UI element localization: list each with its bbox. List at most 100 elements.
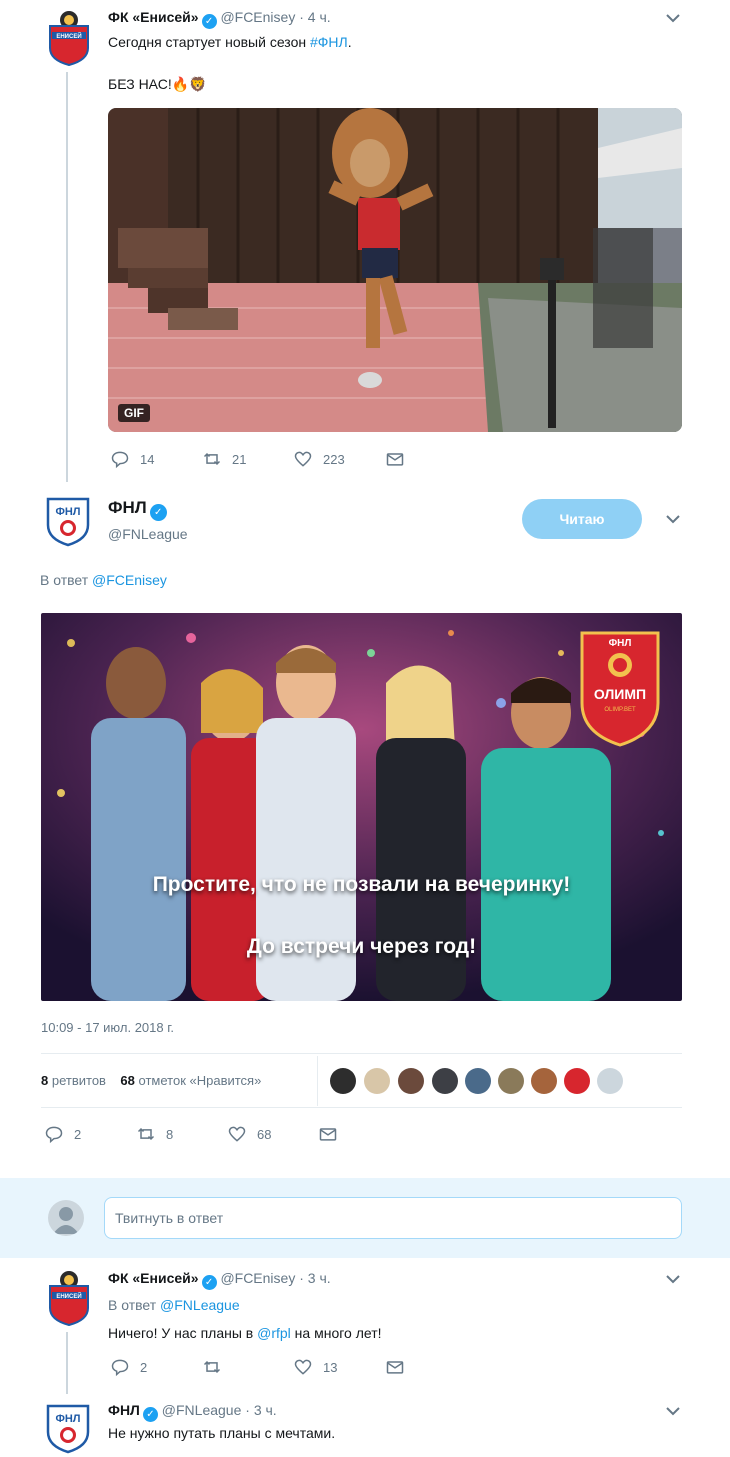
tweet-timestamp[interactable]: 10:09 - 17 июл. 2018 г. <box>41 1020 174 1035</box>
reply-icon <box>45 1126 63 1144</box>
logo-site-text: OLIMP.BET <box>604 707 636 713</box>
verified-icon: ✓ <box>142 1407 158 1422</box>
reply-action[interactable]: 14 <box>110 449 154 469</box>
tweet-time[interactable]: · 3 ч. <box>245 1402 276 1418</box>
tweet-text-main: Сегодня стартует новый сезон <box>108 34 310 50</box>
reply-to-prefix: В ответ <box>40 572 93 588</box>
tweet-text: Сегодня стартует новый сезон #ФНЛ. <box>108 34 352 50</box>
mention-link[interactable]: @rfpl <box>257 1325 291 1341</box>
tweet-text: Не нужно путать планы с мечтами. <box>108 1425 336 1441</box>
like-action[interactable]: 223 <box>293 449 345 469</box>
enisey-avatar[interactable]: ЕНИСЕЙ <box>46 1270 92 1326</box>
chevron-down-icon[interactable] <box>664 1402 682 1420</box>
enisey-logo-icon: ЕНИСЕЙ <box>49 1271 89 1326</box>
retweet-action[interactable]: 8 <box>136 1124 173 1144</box>
author-handle[interactable]: @FCEnisey <box>220 9 295 25</box>
reply-count: 2 <box>140 1359 148 1375</box>
thread-line <box>66 72 68 482</box>
author-handle[interactable]: @FCEnisey <box>220 1270 295 1286</box>
mascot-gif-image <box>108 108 682 432</box>
retweet-action[interactable] <box>202 1357 232 1377</box>
direct-message-action[interactable] <box>318 1124 348 1144</box>
author-name[interactable]: ФК «Енисей» <box>108 1270 199 1286</box>
retweet-icon <box>203 452 221 466</box>
tweet-header: ФК «Енисей» ✓ @FCEnisey · 3 ч. <box>108 1270 331 1290</box>
like-action[interactable]: 13 <box>293 1357 337 1377</box>
logo-fnl-text: ФНЛ <box>609 638 632 649</box>
stats-separator <box>317 1056 318 1106</box>
reply-to-line: В ответ @FCEnisey <box>40 572 167 588</box>
envelope-icon <box>386 1361 404 1374</box>
chevron-down-icon[interactable] <box>664 9 682 27</box>
reply-action[interactable]: 2 <box>110 1357 147 1377</box>
author-name[interactable]: ФК «Енисей» <box>108 9 199 25</box>
image-caption-line1: Простите, что не позвали на вечеринку! <box>152 873 571 896</box>
hashtag-link[interactable]: #ФНЛ <box>310 34 348 50</box>
retweets-stat-label: ретвитов <box>51 1073 106 1088</box>
tweet-header: ФНЛ ✓ <box>108 498 167 521</box>
reply-to-line: В ответ @FNLeague <box>108 1297 240 1313</box>
tweet-time[interactable]: · 4 ч. <box>299 9 330 25</box>
thread-line <box>66 1332 68 1394</box>
reply-input[interactable]: Твитнуть в ответ <box>104 1197 682 1239</box>
author-handle[interactable]: @FNLeague <box>162 1402 242 1418</box>
liker-avatar[interactable] <box>398 1068 424 1094</box>
reply-to-handle-link[interactable]: @FCEnisey <box>92 572 167 588</box>
liker-avatar[interactable] <box>364 1068 390 1094</box>
tweet-header: ФК «Енисей» ✓ @FCEnisey · 4 ч. <box>108 9 331 29</box>
tweet-header: ФНЛ ✓ @FNLeague · 3 ч. <box>108 1402 277 1422</box>
reply-to-handle-link[interactable]: @FNLeague <box>160 1297 240 1313</box>
author-name[interactable]: ФНЛ <box>108 1402 140 1418</box>
tweet-text-after: на много лет! <box>290 1325 382 1341</box>
liker-avatar[interactable] <box>330 1068 356 1094</box>
author-handle[interactable]: @FNLeague <box>108 526 188 542</box>
likes-stat-label: отметок «Нравится» <box>138 1073 262 1088</box>
liker-avatar-default[interactable] <box>597 1068 623 1094</box>
envelope-icon <box>319 1128 337 1141</box>
like-count: 13 <box>323 1359 338 1375</box>
likes-stat[interactable]: 68 отметок «Нравится» <box>120 1073 261 1088</box>
fnl-avatar[interactable]: ФНЛ <box>43 1402 93 1454</box>
party-image[interactable]: ФНЛ ОЛИМП OLIMP.BET Простите, что не поз… <box>41 613 682 1001</box>
tweet-text-2: БЕЗ НАС!🔥🦁 <box>108 76 207 92</box>
reply-count: 2 <box>74 1126 82 1142</box>
tweet-text: Ничего! У нас планы в @rfpl на много лет… <box>108 1325 382 1341</box>
direct-message-action[interactable] <box>385 1357 415 1377</box>
reply-action[interactable]: 2 <box>44 1124 81 1144</box>
svg-text:ФНЛ: ФНЛ <box>55 1413 80 1425</box>
like-action[interactable]: 68 <box>227 1124 271 1144</box>
retweet-action[interactable]: 21 <box>202 449 246 469</box>
verified-icon: ✓ <box>149 504 167 521</box>
like-count: 223 <box>323 451 345 467</box>
direct-message-action[interactable] <box>385 449 415 469</box>
enisey-avatar[interactable]: ЕНИСЕЙ <box>46 10 92 66</box>
liker-avatar[interactable] <box>498 1068 524 1094</box>
author-name[interactable]: ФНЛ <box>108 498 147 517</box>
retweet-count: 8 <box>166 1126 174 1142</box>
heart-icon <box>294 1359 312 1375</box>
divider <box>41 1107 682 1108</box>
verified-icon: ✓ <box>201 14 217 29</box>
liker-avatar[interactable] <box>564 1068 590 1094</box>
heart-icon <box>228 1126 246 1142</box>
tweet-time[interactable]: · 3 ч. <box>299 1270 330 1286</box>
liker-avatar[interactable] <box>432 1068 458 1094</box>
liker-avatar[interactable] <box>465 1068 491 1094</box>
retweet-icon <box>203 1360 221 1374</box>
fnl-avatar[interactable]: ФНЛ <box>43 495 93 547</box>
retweet-icon <box>137 1127 155 1141</box>
follow-button[interactable]: Читаю <box>522 499 642 539</box>
chevron-down-icon[interactable] <box>664 1270 682 1288</box>
fnl-logo-icon: ФНЛ <box>46 1404 90 1454</box>
chevron-down-icon[interactable] <box>664 510 682 528</box>
enisey-logo-icon: ЕНИСЕЙ <box>49 11 89 66</box>
tweet-stats: 8 ретвитов 68 отметок «Нравится» <box>41 1073 261 1088</box>
retweets-stat[interactable]: 8 ретвитов <box>41 1073 106 1088</box>
retweet-count: 21 <box>232 451 247 467</box>
liker-avatar[interactable] <box>531 1068 557 1094</box>
svg-text:ФНЛ: ФНЛ <box>55 506 80 518</box>
like-count: 68 <box>257 1126 272 1142</box>
gif-media[interactable]: GIF <box>108 108 682 432</box>
tweet-text-end: . <box>347 34 352 50</box>
divider <box>41 1053 682 1054</box>
